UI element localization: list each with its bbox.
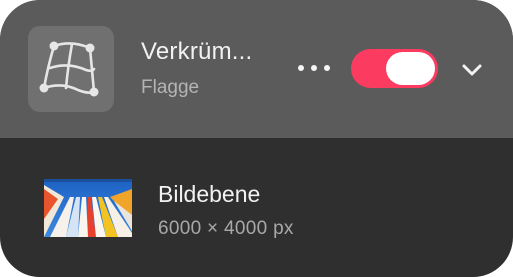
effect-row[interactable]: Verkrüm... Flagge <box>0 0 513 138</box>
more-dots-icon <box>298 65 304 71</box>
layer-dimensions: 6000 × 4000 px <box>158 218 294 239</box>
warp-flag-icon <box>28 26 114 112</box>
effect-enabled-toggle[interactable] <box>351 49 438 88</box>
more-dots-icon <box>311 65 317 71</box>
effect-subtitle: Flagge <box>141 77 200 98</box>
chevron-down-icon <box>462 64 482 76</box>
effect-panel: Verkrüm... Flagge Bildebene 6000 × 4000 … <box>0 0 513 277</box>
layer-name: Bildebene <box>158 181 261 207</box>
toggle-knob <box>386 52 435 85</box>
collapse-button[interactable] <box>456 54 488 86</box>
more-options-button[interactable] <box>292 52 336 84</box>
effect-title: Verkrüm... <box>141 38 253 65</box>
layer-row[interactable]: Bildebene 6000 × 4000 px <box>0 138 513 277</box>
image-thumbnail <box>44 179 132 237</box>
more-dots-icon <box>324 65 330 71</box>
